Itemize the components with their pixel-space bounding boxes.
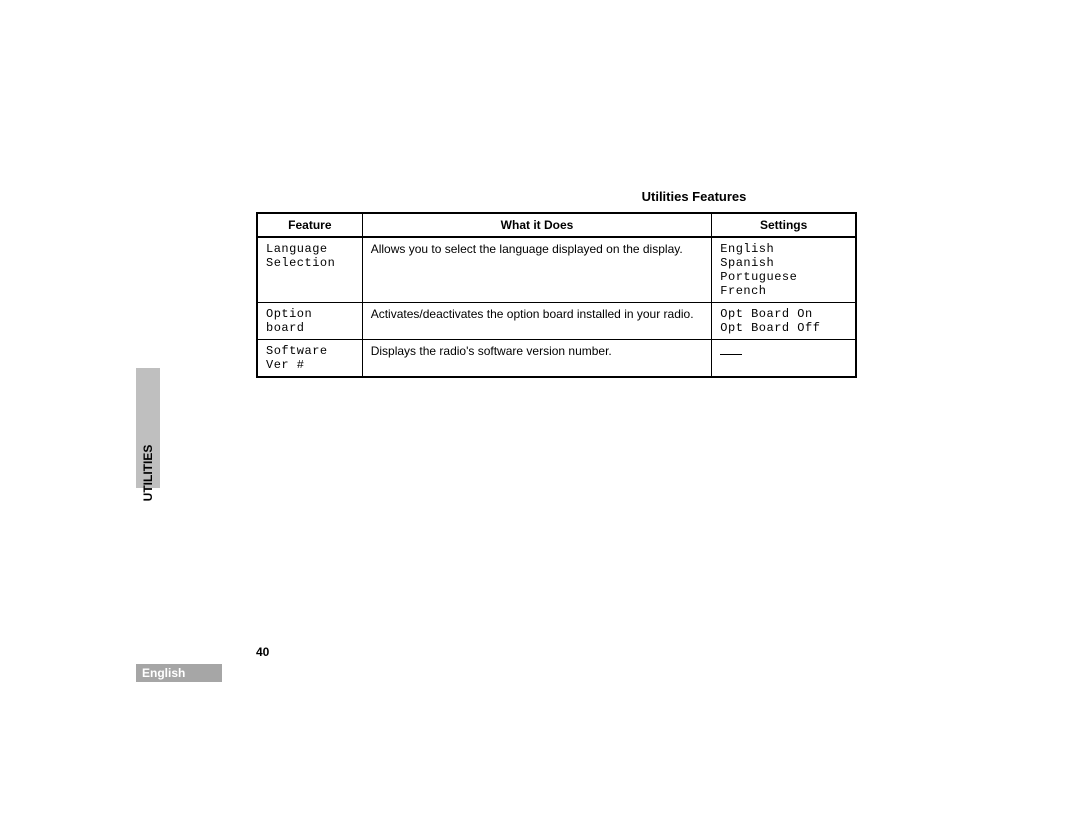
language-bar: English <box>136 664 222 682</box>
cell-feature: Option board <box>257 303 362 340</box>
cell-desc: Activates/deactivates the option board i… <box>362 303 712 340</box>
cell-desc: Allows you to select the language displa… <box>362 237 712 303</box>
dash-icon <box>720 354 742 355</box>
side-tab: UTILITIES <box>136 368 160 488</box>
header-desc: What it Does <box>362 213 712 237</box>
cell-feature: Language Selection <box>257 237 362 303</box>
cell-settings-empty <box>712 340 856 378</box>
cell-feature: Software Ver # <box>257 340 362 378</box>
cell-desc: Displays the radio's software version nu… <box>362 340 712 378</box>
side-tab-label: UTILITIES <box>141 445 155 502</box>
cell-settings: Opt Board On Opt Board Off <box>712 303 856 340</box>
page-title: Utilities Features <box>494 189 894 204</box>
table-row: Language Selection Allows you to select … <box>257 237 856 303</box>
utilities-features-table: Feature What it Does Settings Language S… <box>256 212 857 378</box>
cell-settings: English Spanish Portuguese French <box>712 237 856 303</box>
header-feature: Feature <box>257 213 362 237</box>
table-header-row: Feature What it Does Settings <box>257 213 856 237</box>
header-settings: Settings <box>712 213 856 237</box>
table-row: Software Ver # Displays the radio's soft… <box>257 340 856 378</box>
table-row: Option board Activates/deactivates the o… <box>257 303 856 340</box>
page-number: 40 <box>256 645 269 659</box>
